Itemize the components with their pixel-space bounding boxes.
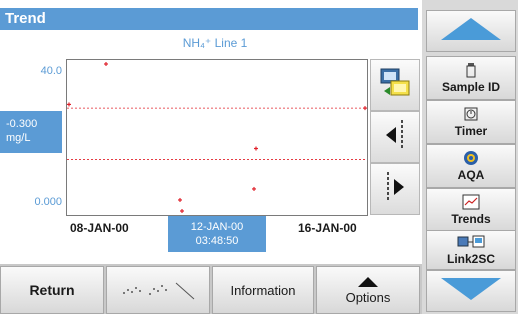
main-panel: Trend NH₄⁺ Line 1 40.0 0.000 -0.300 mg/L… [0,0,422,314]
arrow-down-icon [439,276,503,307]
data-point [104,62,108,66]
cursor-unit: mg/L [6,132,31,144]
chart-title: NH₄⁺ Line 1 [182,36,248,50]
transfer-button[interactable] [370,59,420,111]
trends-icon [462,194,480,210]
link2sc-button[interactable]: Link2SC [426,230,516,270]
selected-date-box: 12-JAN-00 03:48:50 [168,216,266,252]
aqa-icon [463,150,479,166]
data-point [178,197,182,202]
options-button[interactable]: Options [316,266,420,314]
scroll-left-icon [380,118,410,157]
data-point [252,186,256,191]
sample-id-label: Sample ID [441,80,501,94]
return-button[interactable]: Return [0,266,104,314]
plot-mode-icon [118,277,198,304]
x-axis-left-label: 08-JAN-00 [70,221,129,235]
arrow-up-icon [439,16,503,47]
scroll-left-button[interactable] [370,111,420,163]
bottom-toolbar: Return Information Options [0,264,422,314]
information-button[interactable]: Information [212,266,314,314]
data-point [180,209,184,213]
y-axis-max-label: 40.0 [40,65,62,77]
cursor-value-box: -0.300 mg/L [0,111,62,153]
y-axis-min-label: 0.000 [34,196,62,208]
data-point [254,146,258,151]
options-up-icon [358,275,378,290]
trend-plot-svg [67,62,367,213]
aqa-label: AQA [457,168,485,182]
timer-button[interactable]: Timer [426,100,516,144]
timer-label: Timer [454,124,488,138]
selected-time: 03:48:50 [195,235,239,247]
link2sc-icon [457,234,485,250]
data-point [67,102,71,107]
data-point [363,106,367,111]
page-title: Trend [0,8,418,30]
scroll-right-button[interactable] [370,163,420,215]
selected-date: 12-JAN-00 [190,221,244,233]
scroll-down-button[interactable] [426,270,516,312]
plot-mode-button[interactable] [106,266,210,314]
timer-icon [464,106,478,122]
aqa-button[interactable]: AQA [426,144,516,188]
transfer-icon [378,67,412,104]
trends-label: Trends [451,212,491,226]
trends-button[interactable]: Trends [426,188,516,232]
x-axis-right-label: 16-JAN-00 [298,221,357,235]
link2sc-label: Link2SC [446,252,495,266]
options-label: Options [345,290,391,305]
sample-id-icon [465,62,477,78]
scroll-up-button[interactable] [426,10,516,52]
trend-plot[interactable] [66,59,368,216]
cursor-value: -0.300 [6,118,38,130]
side-menu: Sample ID Timer AQA Trends Link2SC [424,0,518,314]
sample-id-button[interactable]: Sample ID [426,56,516,100]
scroll-right-icon [380,170,410,209]
